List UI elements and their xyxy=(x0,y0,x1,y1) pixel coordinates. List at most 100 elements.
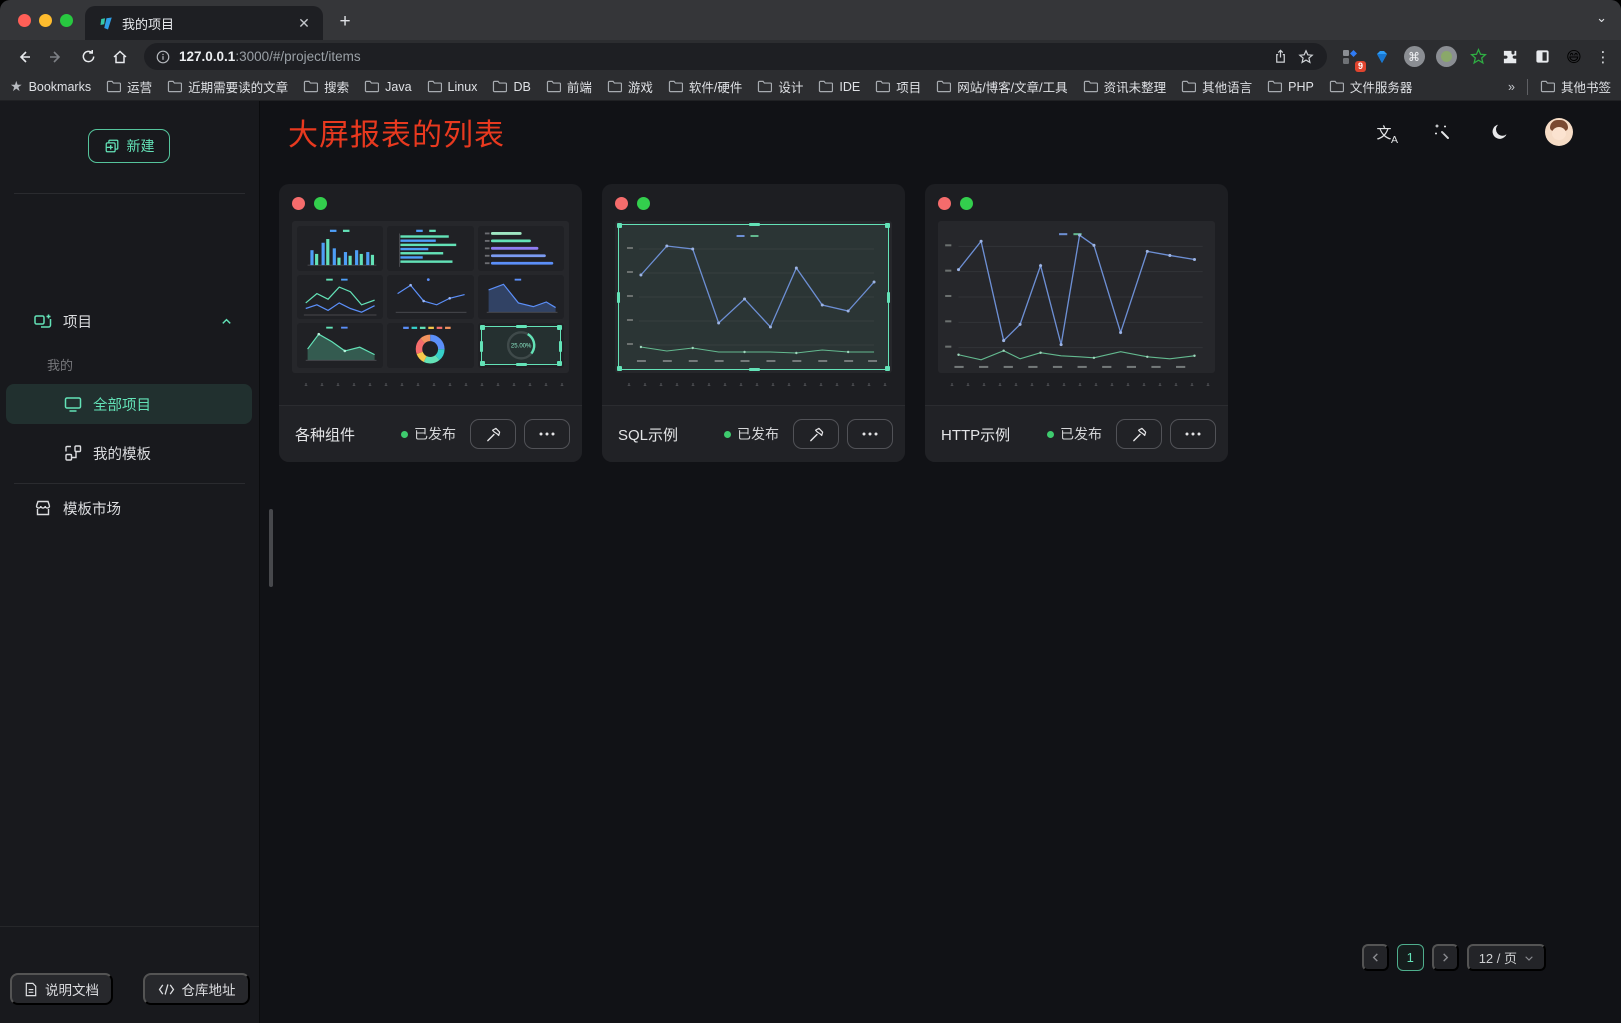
edit-hammer-button[interactable] xyxy=(793,419,839,449)
folder-icon xyxy=(303,80,318,93)
bookmarks-overflow-chevron[interactable]: » xyxy=(1508,80,1515,94)
project-card[interactable]: 25.00% 各种组件 已发布 xyxy=(279,184,582,462)
project-card[interactable]: HTTP示例 已发布 xyxy=(925,184,1228,462)
forward-button[interactable] xyxy=(42,43,70,71)
close-window-button[interactable] xyxy=(18,14,31,27)
edit-hammer-button[interactable] xyxy=(1116,419,1162,449)
folder-icon xyxy=(757,80,772,93)
folder-icon xyxy=(427,80,442,93)
chevron-up-icon[interactable] xyxy=(220,315,233,328)
more-options-button[interactable] xyxy=(524,419,570,449)
new-project-button[interactable]: 新建 xyxy=(88,129,170,163)
bookmark-folder[interactable]: 游戏 xyxy=(607,77,653,96)
browser-window: 我的项目 ✕ + ⌄ 127.0.0.1:3000/#/project/item… xyxy=(0,0,1621,1023)
sidebar-item-my-templates[interactable]: 我的模板 xyxy=(63,438,151,468)
user-avatar[interactable] xyxy=(1545,118,1573,146)
extensions-row: 9 ⌘ 😄 ⋮ xyxy=(1337,44,1613,70)
dotted-separator xyxy=(617,383,890,386)
share-icon[interactable] xyxy=(1267,44,1293,70)
bookmark-folder[interactable]: 网站/博客/文章/工具 xyxy=(936,77,1067,96)
green-star-extension-icon[interactable] xyxy=(1465,44,1491,70)
bookmark-folder[interactable]: Java xyxy=(364,80,411,94)
other-bookmarks[interactable]: 其他书签 xyxy=(1540,77,1611,96)
folder-icon xyxy=(1083,80,1098,93)
project-status: 已发布 xyxy=(1047,424,1102,444)
bookmark-folder[interactable]: DB xyxy=(492,80,530,94)
scrollbar-thumb[interactable] xyxy=(269,509,273,587)
language-icon[interactable]: 文A xyxy=(1371,119,1397,145)
bookmarks-root-label: Bookmarks xyxy=(29,80,92,94)
minimize-window-button[interactable] xyxy=(39,14,52,27)
url-text: 127.0.0.1:3000/#/project/items xyxy=(179,49,1267,64)
zoom-window-button[interactable] xyxy=(60,14,73,27)
sidebar-group-projects[interactable]: 项目 xyxy=(33,306,259,336)
project-thumbnail xyxy=(615,221,892,373)
red-dot xyxy=(938,197,951,210)
page-size-select[interactable]: 12 / 页 xyxy=(1467,944,1546,971)
recorder-extension-icon[interactable] xyxy=(1433,44,1459,70)
bookmark-folder[interactable]: 运营 xyxy=(106,77,152,96)
bookmarks-tail: » 其他书签 xyxy=(1508,77,1611,96)
more-options-button[interactable] xyxy=(1170,419,1216,449)
bookmark-folder[interactable]: 搜索 xyxy=(303,77,349,96)
bookmark-folder-label: Java xyxy=(385,80,411,94)
gem-extension-icon[interactable] xyxy=(1369,44,1395,70)
bookmark-folder-label: 游戏 xyxy=(628,77,653,96)
mini-bar-chart xyxy=(297,226,383,271)
sidebar: 新建 项目 我的 全部项目 我的模板 xyxy=(0,101,260,1023)
bookmark-folder-label: 搜索 xyxy=(324,77,349,96)
bookmark-folder[interactable]: 前端 xyxy=(546,77,592,96)
bookmark-folder[interactable]: 设计 xyxy=(757,77,803,96)
extension-badge: 9 xyxy=(1355,61,1366,72)
sidebar-divider xyxy=(14,193,245,194)
bookmark-folder[interactable]: 软件/硬件 xyxy=(668,77,742,96)
current-page-button[interactable]: 1 xyxy=(1397,944,1424,971)
pagination: 1 12 / 页 xyxy=(1362,944,1546,971)
bookmark-star-icon[interactable] xyxy=(1293,44,1319,70)
site-info-icon[interactable] xyxy=(156,50,170,64)
folder-icon xyxy=(1267,80,1282,93)
sidebar-item-template-market[interactable]: 模板市场 xyxy=(33,493,121,523)
docs-button-label: 说明文档 xyxy=(45,979,99,999)
command-extension-icon[interactable]: ⌘ xyxy=(1401,44,1427,70)
browser-tab[interactable]: 我的项目 ✕ xyxy=(85,6,323,40)
profile-emoji-icon[interactable]: 😄 xyxy=(1561,44,1587,70)
bookmark-folder[interactable]: 项目 xyxy=(875,77,921,96)
tab-manager-extension-icon[interactable]: 9 xyxy=(1337,44,1363,70)
address-bar[interactable]: 127.0.0.1:3000/#/project/items xyxy=(144,43,1327,70)
folder-icon xyxy=(167,80,182,93)
docs-button[interactable]: 说明文档 xyxy=(10,973,113,1005)
bookmark-folder[interactable]: 近期需要读的文章 xyxy=(167,77,288,96)
bookmark-folder[interactable]: PHP xyxy=(1267,80,1314,94)
browser-menu-icon[interactable]: ⋮ xyxy=(1593,48,1613,66)
sidebar-item-all-projects[interactable]: 全部项目 xyxy=(6,384,252,424)
prev-page-button[interactable] xyxy=(1362,944,1389,971)
dotted-separator xyxy=(940,383,1213,386)
extensions-puzzle-icon[interactable] xyxy=(1497,44,1523,70)
dark-mode-moon-icon[interactable] xyxy=(1487,119,1513,145)
edit-hammer-button[interactable] xyxy=(470,419,516,449)
bookmark-folder[interactable]: Linux xyxy=(427,80,478,94)
bookmarks-root[interactable]: ★ Bookmarks xyxy=(10,78,91,95)
project-card[interactable]: SQL示例 已发布 xyxy=(602,184,905,462)
tab-close-icon[interactable]: ✕ xyxy=(295,14,313,32)
magic-wand-icon[interactable] xyxy=(1429,119,1455,145)
more-options-button[interactable] xyxy=(847,419,893,449)
repo-button[interactable]: 仓库地址 xyxy=(143,973,250,1005)
home-button[interactable] xyxy=(106,43,134,71)
bookmark-folder[interactable]: 文件服务器 xyxy=(1329,77,1413,96)
reload-button[interactable] xyxy=(74,43,102,71)
dark-mode-extension-icon[interactable] xyxy=(1529,44,1555,70)
status-dot xyxy=(401,431,408,438)
bookmark-folder[interactable]: 资讯未整理 xyxy=(1083,77,1167,96)
next-page-button[interactable] xyxy=(1432,944,1459,971)
sidebar-group-label: 项目 xyxy=(63,311,92,332)
bookmark-folder[interactable]: 其他语言 xyxy=(1181,77,1252,96)
status-dot xyxy=(1047,431,1054,438)
tab-search-chevron-icon[interactable]: ⌄ xyxy=(1596,10,1607,26)
bookmark-folder[interactable]: IDE xyxy=(818,80,860,94)
project-thumbnail: 25.00% xyxy=(292,221,569,373)
back-button[interactable] xyxy=(10,43,38,71)
folder-icon xyxy=(607,80,622,93)
new-tab-button[interactable]: + xyxy=(331,8,359,36)
